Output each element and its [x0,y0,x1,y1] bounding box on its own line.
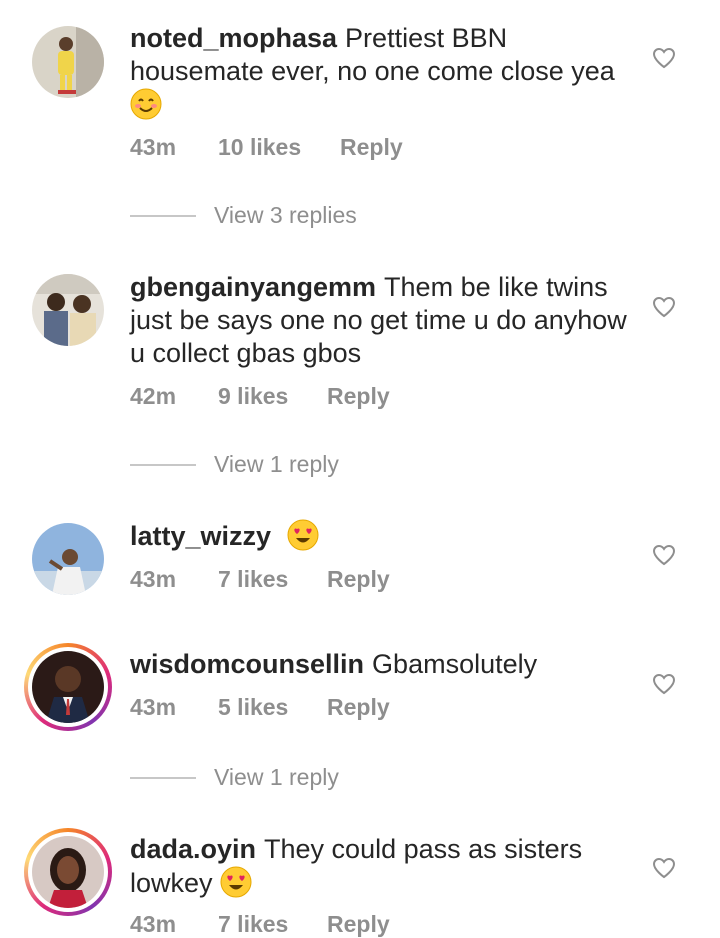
avatar[interactable] [32,274,104,346]
comment-time: 43m [130,694,177,720]
comment-text: noted_mophasa Prettiest BBN housemate eve… [130,22,630,122]
comment-meta: 42m 9 likes Reply [130,383,390,410]
comment-meta: 43m 7 likes Reply [130,566,390,593]
heart-icon[interactable] [652,672,676,696]
like-count[interactable]: 9 likes [218,383,327,410]
view-replies-button[interactable]: View 1 reply [130,764,339,791]
comment-time: 43m [130,911,177,937]
heart-eyes-emoji [287,519,319,551]
comment-time: 42m [130,383,177,409]
reply-button[interactable]: Reply [327,383,390,410]
avatar[interactable] [32,26,104,98]
divider [130,214,196,217]
reply-button[interactable]: Reply [327,694,390,721]
reply-button[interactable]: Reply [327,566,390,593]
avatar[interactable] [24,828,112,916]
comment-meta: 43m 7 likes Reply [130,911,390,938]
heart-icon[interactable] [652,46,676,70]
reply-button[interactable]: Reply [340,134,403,161]
view-replies-button[interactable]: View 3 replies [130,202,357,229]
avatar-image [32,651,104,723]
avatar[interactable] [32,523,104,595]
heart-icon[interactable] [652,295,676,319]
username[interactable]: dada.oyin [130,834,256,864]
avatar[interactable] [24,643,112,731]
smiling-face-emoji [130,88,162,120]
comment-meta: 43m 10 likes Reply [130,134,403,161]
divider [130,776,196,779]
comment-time: 43m [130,134,177,160]
view-replies-label[interactable]: View 3 replies [214,202,357,229]
divider [130,463,196,466]
comment-text: wisdomcounsellin Gbamsolutely [130,648,630,681]
comment-meta: 43m 5 likes Reply [130,694,390,721]
view-replies-button[interactable]: View 1 reply [130,451,339,478]
comment-text: gbengainyangemm Them be like twins just b… [130,271,630,370]
username[interactable]: wisdomcounsellin [130,649,364,679]
like-count[interactable]: 10 likes [218,134,340,161]
story-ring [28,832,108,912]
story-ring [28,647,108,727]
like-count[interactable]: 5 likes [218,694,327,721]
heart-icon[interactable] [652,543,676,567]
like-count[interactable]: 7 likes [218,566,327,593]
heart-eyes-emoji [220,866,252,898]
reply-button[interactable]: Reply [327,911,390,938]
view-replies-label[interactable]: View 1 reply [214,764,339,791]
avatar-image [32,836,104,908]
comment-text: dada.oyin They could pass as sisters lowk… [130,833,630,900]
comment-time: 43m [130,566,177,592]
username[interactable]: noted_mophasa [130,23,337,53]
comment-body: Gbamsolutely [372,649,538,679]
comment-text: latty_wizzy [130,519,630,553]
view-replies-label[interactable]: View 1 reply [214,451,339,478]
heart-icon[interactable] [652,856,676,880]
like-count[interactable]: 7 likes [218,911,327,938]
username[interactable]: latty_wizzy [130,521,271,551]
username[interactable]: gbengainyangemm [130,272,376,302]
